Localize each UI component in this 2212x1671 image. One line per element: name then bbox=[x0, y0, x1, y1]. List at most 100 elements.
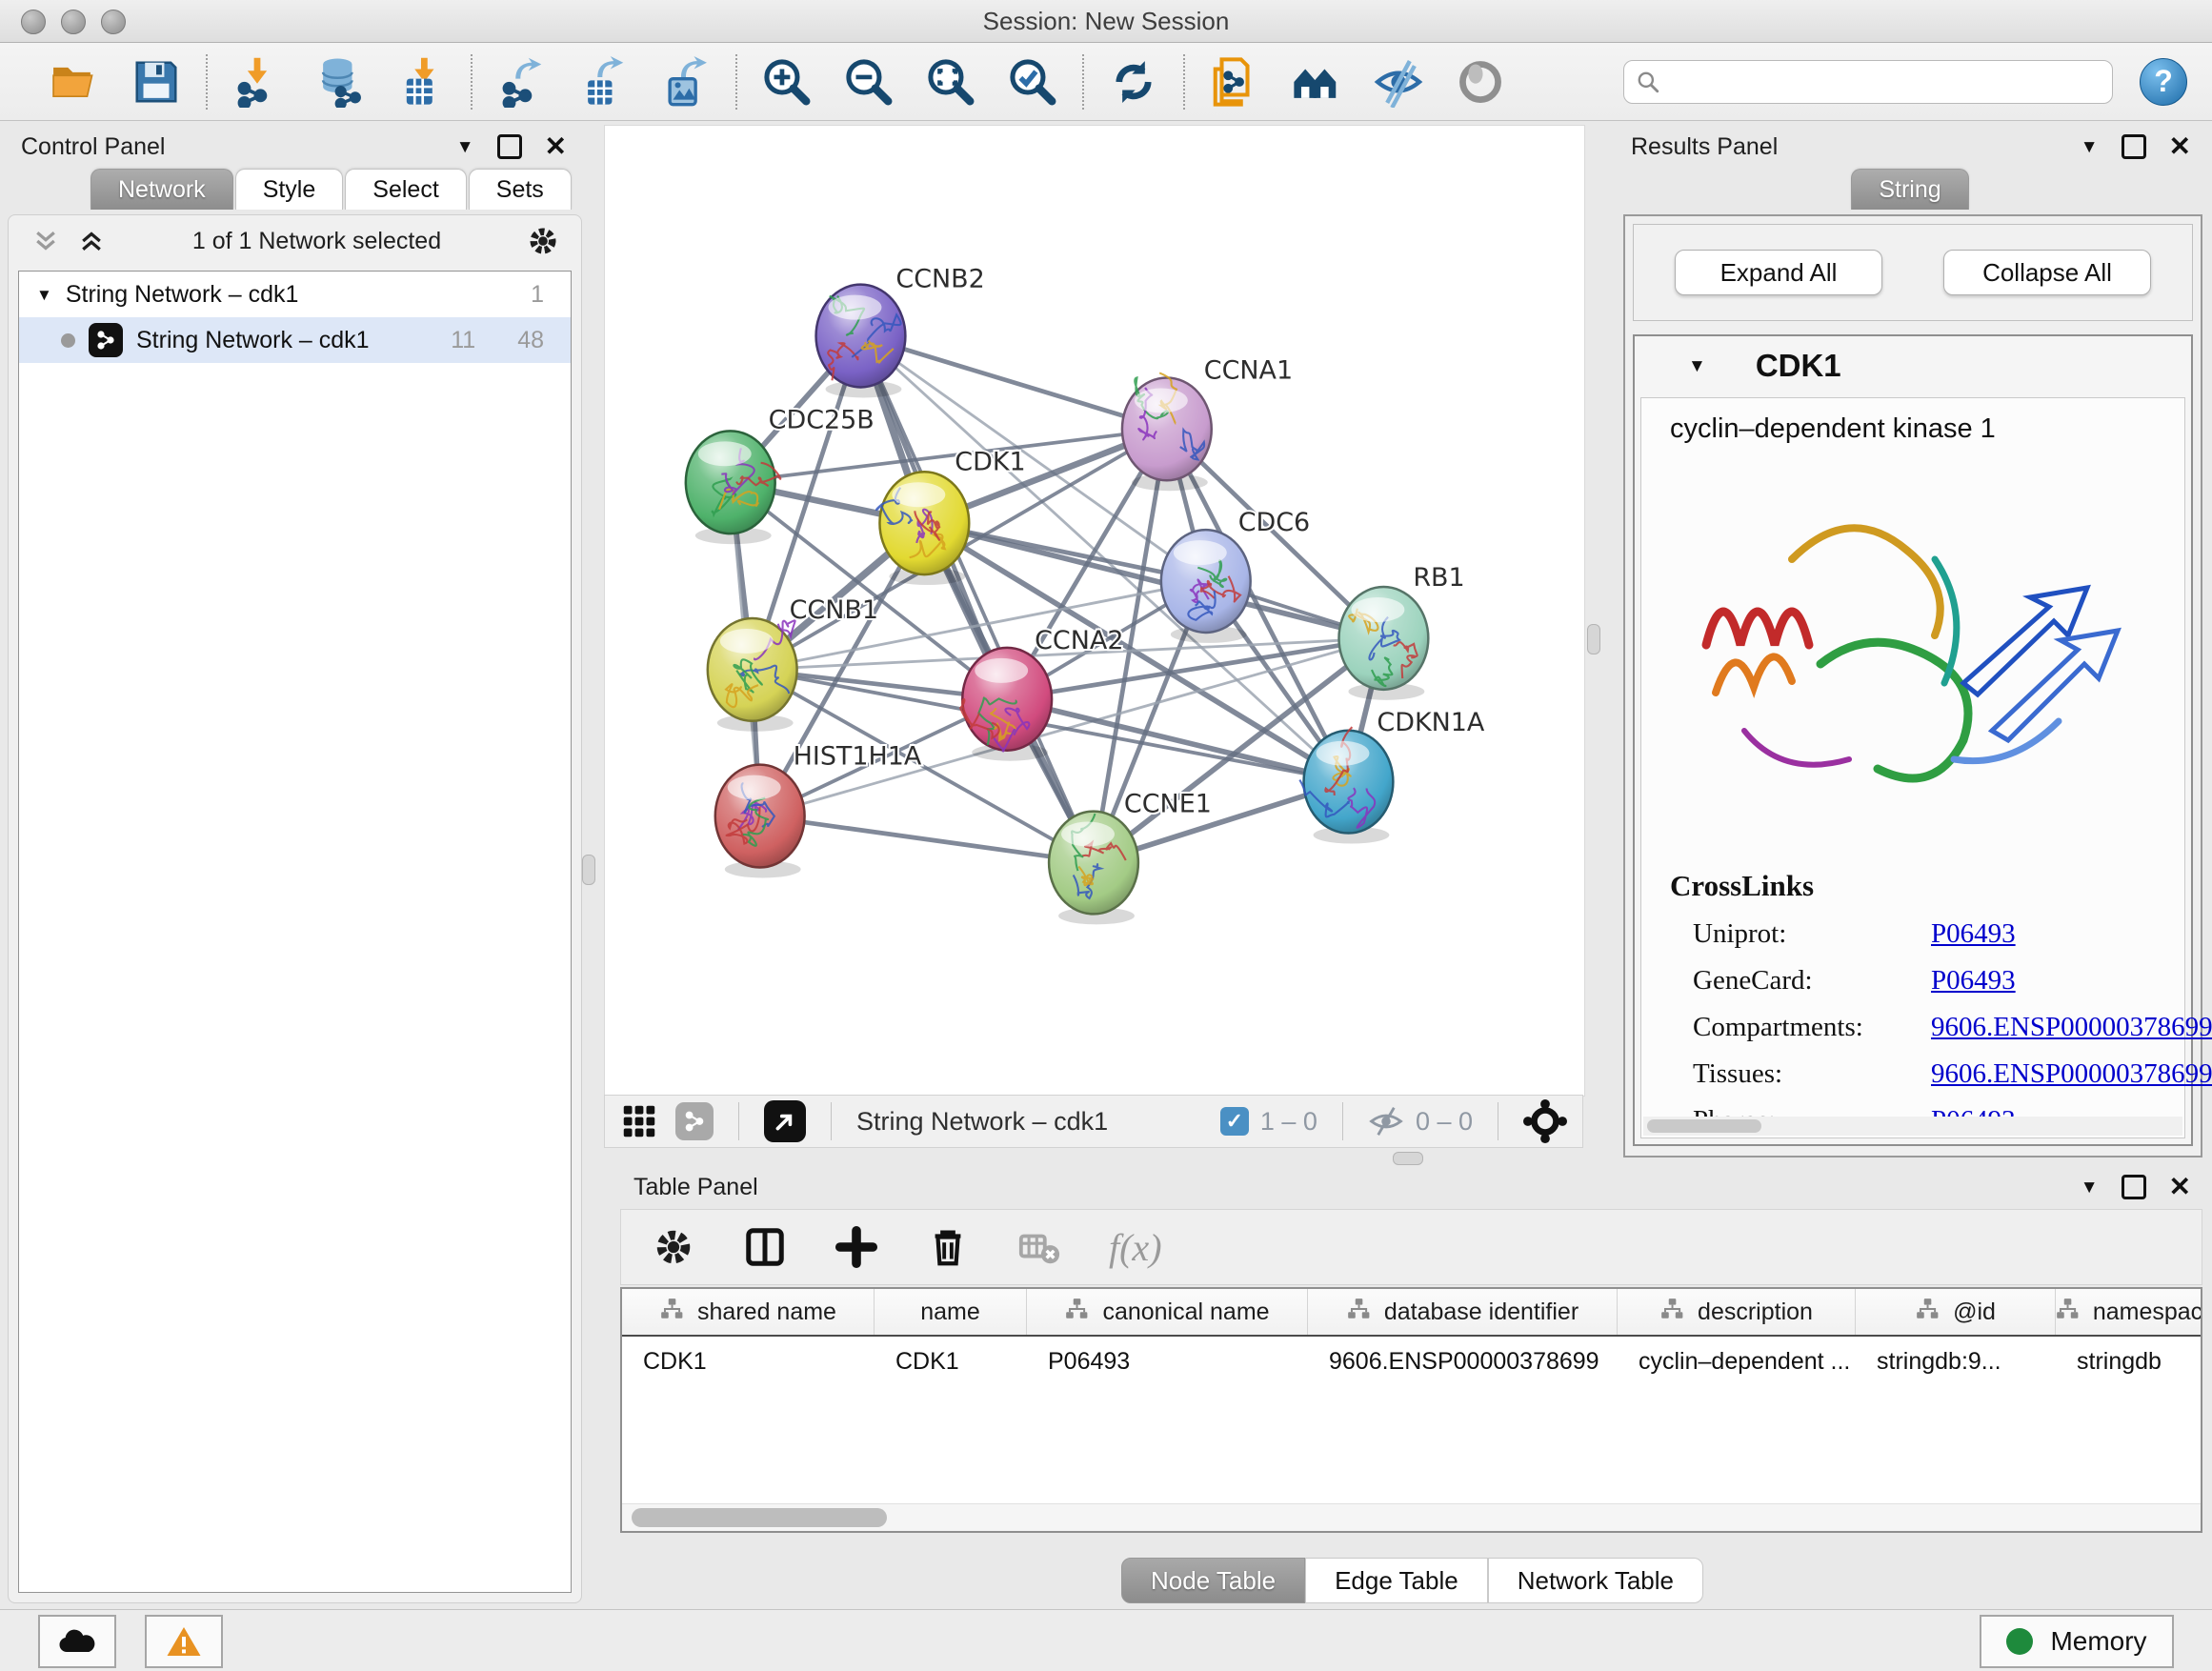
panel-menu-icon[interactable]: ▼ bbox=[456, 138, 474, 156]
tab-select[interactable]: Select bbox=[345, 169, 466, 210]
selected-checkbox-icon[interactable]: ✓ bbox=[1220, 1107, 1249, 1136]
close-panel-icon[interactable]: ✕ bbox=[2169, 1174, 2191, 1200]
bottom-splitter-handle[interactable] bbox=[1393, 1152, 1423, 1165]
tab-sets[interactable]: Sets bbox=[469, 169, 572, 210]
export-image-icon[interactable] bbox=[659, 55, 713, 109]
results-panel-header: Results Panel ▼ ✕ bbox=[1610, 125, 2212, 169]
network-node-CCNA1[interactable] bbox=[1122, 372, 1212, 491]
zoom-out-icon[interactable] bbox=[842, 55, 895, 109]
network-edge[interactable] bbox=[924, 523, 1383, 638]
help-icon[interactable]: ? bbox=[2140, 58, 2187, 106]
search-input[interactable] bbox=[1670, 67, 2101, 96]
save-session-icon[interactable] bbox=[130, 55, 183, 109]
results-hscrollbar[interactable] bbox=[1643, 1117, 2182, 1136]
collapse-all-button[interactable]: Collapse All bbox=[1943, 250, 2151, 295]
scrollbar-thumb[interactable] bbox=[632, 1508, 887, 1527]
crosslink-link[interactable]: 9606.ENSP00000378699 bbox=[1931, 1012, 2212, 1043]
export-network-icon[interactable] bbox=[495, 55, 549, 109]
expand-all-icon[interactable] bbox=[75, 227, 108, 255]
table-settings-gear-icon[interactable] bbox=[652, 1225, 695, 1269]
minimize-window-button[interactable] bbox=[61, 10, 86, 34]
hide-selection-eye-icon[interactable] bbox=[1372, 55, 1425, 109]
open-folder-icon[interactable] bbox=[48, 55, 101, 109]
network-node-CCNB2[interactable] bbox=[816, 285, 906, 398]
show-columns-icon[interactable] bbox=[743, 1225, 787, 1269]
network-node-CDKN1A[interactable] bbox=[1299, 727, 1393, 843]
refresh-icon[interactable] bbox=[1107, 55, 1160, 109]
tab-string[interactable]: String bbox=[1851, 169, 1968, 210]
column-header-database-identifier[interactable]: database identifier bbox=[1308, 1289, 1618, 1335]
column-header-@id[interactable]: @id bbox=[1856, 1289, 2056, 1335]
memory-button[interactable]: Memory bbox=[1980, 1615, 2174, 1668]
gene-entry-header[interactable]: ▼ CDK1 bbox=[1635, 336, 2191, 395]
float-panel-icon[interactable] bbox=[497, 134, 522, 159]
network-node-HIST1H1A[interactable] bbox=[715, 765, 805, 878]
collapse-all-icon[interactable] bbox=[30, 227, 62, 255]
crosslink-link[interactable]: P06493 bbox=[1931, 918, 2016, 950]
tree-expander-icon[interactable]: ▼ bbox=[36, 287, 52, 303]
tab-network[interactable]: Network bbox=[90, 169, 233, 210]
node-count: 11 bbox=[451, 327, 475, 354]
birdseye-sphere-icon[interactable] bbox=[1454, 55, 1507, 109]
zoom-fit-icon[interactable] bbox=[924, 55, 977, 109]
search-box[interactable] bbox=[1623, 60, 2113, 104]
float-panel-icon[interactable] bbox=[2122, 134, 2146, 159]
column-header-description[interactable]: description bbox=[1618, 1289, 1856, 1335]
network-edge[interactable] bbox=[760, 816, 1094, 863]
delete-column-icon[interactable] bbox=[926, 1225, 970, 1269]
export-table-icon[interactable] bbox=[577, 55, 631, 109]
column-header-canonical-name[interactable]: canonical name bbox=[1027, 1289, 1308, 1335]
import-network-icon[interactable] bbox=[231, 55, 284, 109]
clone-network-icon[interactable] bbox=[1208, 55, 1261, 109]
import-table-icon[interactable] bbox=[394, 55, 448, 109]
network-canvas[interactable]: CCNB2CCNA1CDC25BCDK1CDC6RB1CCNB1CCNA2CDK… bbox=[604, 125, 1585, 1097]
network-edge[interactable] bbox=[860, 336, 1094, 863]
import-database-icon[interactable] bbox=[312, 55, 366, 109]
column-header-namespac[interactable]: namespac bbox=[2056, 1289, 2202, 1335]
close-panel-icon[interactable]: ✕ bbox=[2169, 133, 2191, 160]
tab-edge-table[interactable]: Edge Table bbox=[1305, 1558, 1488, 1603]
column-header-shared-name[interactable]: shared name bbox=[622, 1289, 875, 1335]
gear-icon[interactable] bbox=[526, 224, 560, 258]
table-cell: cyclin–dependent ... bbox=[1618, 1348, 1856, 1376]
warnings-button[interactable] bbox=[145, 1615, 223, 1668]
home-views-icon[interactable] bbox=[1290, 55, 1343, 109]
warning-icon bbox=[165, 1624, 203, 1659]
network-node-CDC25B[interactable] bbox=[686, 431, 780, 544]
close-window-button[interactable] bbox=[21, 10, 46, 34]
zoom-in-icon[interactable] bbox=[760, 55, 814, 109]
network-collection-row[interactable]: ▼ String Network – cdk1 1 bbox=[19, 272, 571, 317]
cloud-button[interactable] bbox=[38, 1615, 116, 1668]
gene-entry-panel: ▼ CDK1 cyclin–dependent kinase 1 CrossLi… bbox=[1633, 334, 2193, 1146]
expand-all-button[interactable]: Expand All bbox=[1675, 250, 1882, 295]
network-node-RB1[interactable] bbox=[1338, 587, 1428, 700]
entry-expander-icon[interactable]: ▼ bbox=[1688, 357, 1706, 375]
zoom-selected-icon[interactable] bbox=[1006, 55, 1059, 109]
crosslink-link[interactable]: 9606.ENSP00000378699 bbox=[1931, 1058, 2212, 1090]
panel-menu-icon[interactable]: ▼ bbox=[2081, 138, 2099, 156]
network-node-CCNA2[interactable] bbox=[960, 648, 1052, 761]
tab-network-table[interactable]: Network Table bbox=[1488, 1558, 1703, 1603]
birdseye-nav-icon[interactable] bbox=[1523, 1099, 1567, 1143]
grid-view-icon[interactable] bbox=[620, 1102, 658, 1140]
network-row[interactable]: String Network – cdk1 11 48 bbox=[19, 317, 571, 363]
tab-node-table[interactable]: Node Table bbox=[1121, 1558, 1305, 1603]
right-splitter-handle[interactable] bbox=[1587, 624, 1600, 654]
panel-menu-icon[interactable]: ▼ bbox=[2081, 1178, 2099, 1197]
table-row[interactable]: CDK1CDK1P064939606.ENSP00000378699cyclin… bbox=[622, 1337, 2201, 1386]
close-panel-icon[interactable]: ✕ bbox=[545, 133, 567, 160]
memory-status-icon bbox=[2006, 1628, 2033, 1655]
maximize-window-button[interactable] bbox=[101, 10, 126, 34]
network-thumbnail-icon[interactable] bbox=[675, 1102, 714, 1140]
float-panel-icon[interactable] bbox=[2122, 1175, 2146, 1199]
left-splitter-handle[interactable] bbox=[582, 855, 595, 885]
network-edge[interactable] bbox=[860, 336, 1166, 430]
network-node-CCNB1[interactable] bbox=[708, 618, 797, 732]
detach-view-icon[interactable] bbox=[764, 1100, 806, 1142]
add-column-icon[interactable] bbox=[835, 1225, 878, 1269]
crosslink-link[interactable]: P06493 bbox=[1931, 965, 2016, 997]
tab-style[interactable]: Style bbox=[235, 169, 344, 210]
table-hscrollbar[interactable] bbox=[622, 1503, 2201, 1531]
column-header-name[interactable]: name bbox=[875, 1289, 1027, 1335]
network-node-CCNE1[interactable] bbox=[1049, 812, 1138, 925]
